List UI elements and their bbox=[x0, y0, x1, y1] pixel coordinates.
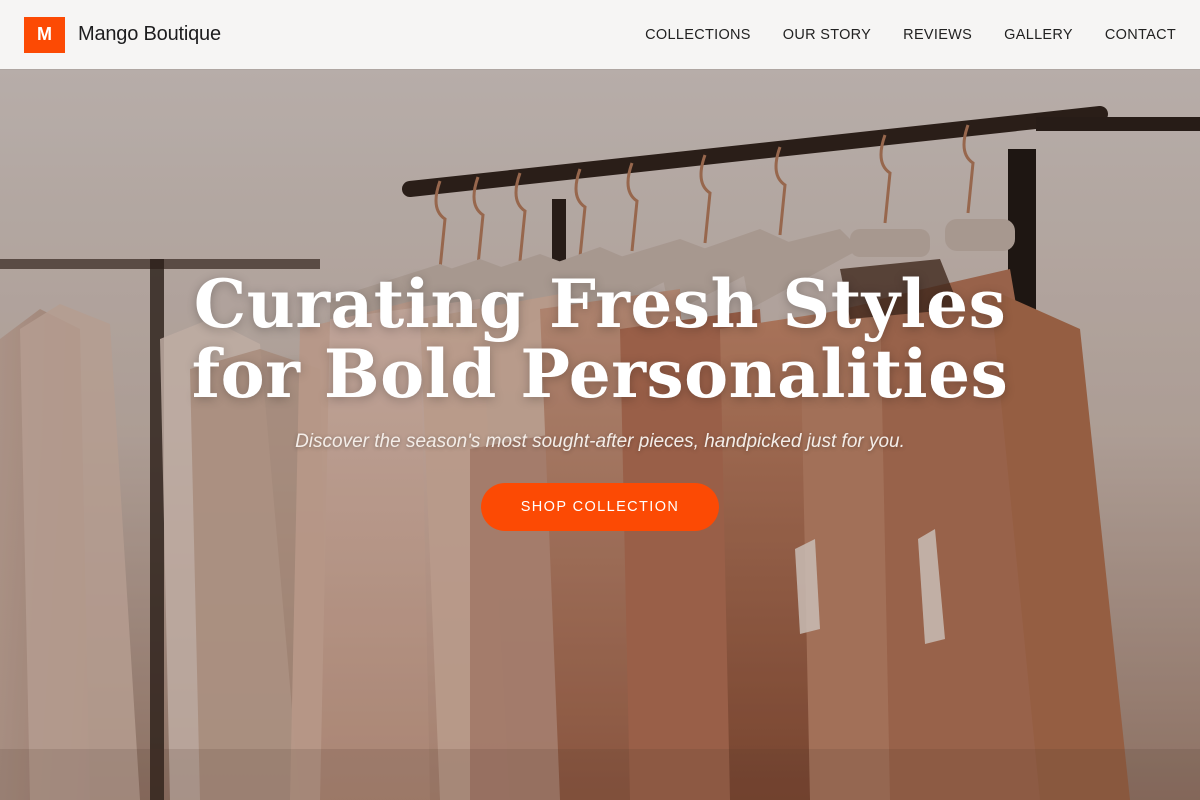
site-header: M Mango Boutique COLLECTIONS OUR STORY R… bbox=[0, 0, 1200, 69]
nav-item-gallery[interactable]: GALLERY bbox=[1004, 27, 1073, 43]
hero-subtitle: Discover the season's most sought-after … bbox=[295, 431, 905, 452]
brand-name[interactable]: Mango Boutique bbox=[78, 23, 221, 46]
hero-content: Curating Fresh Styles for Bold Personali… bbox=[0, 269, 1200, 531]
main-nav: COLLECTIONS OUR STORY REVIEWS GALLERY CO… bbox=[645, 27, 1176, 43]
hero-title: Curating Fresh Styles for Bold Personali… bbox=[191, 265, 1009, 413]
nav-item-contact[interactable]: CONTACT bbox=[1105, 27, 1176, 43]
brand[interactable]: M Mango Boutique bbox=[24, 16, 221, 53]
brand-logo[interactable]: M bbox=[24, 16, 65, 53]
nav-item-our-story[interactable]: OUR STORY bbox=[783, 27, 871, 43]
nav-item-collections[interactable]: COLLECTIONS bbox=[645, 27, 751, 43]
nav-item-reviews[interactable]: REVIEWS bbox=[903, 27, 972, 43]
hero-section: Curating Fresh Styles for Bold Personali… bbox=[0, 69, 1200, 800]
shop-collection-button[interactable]: SHOP COLLECTION bbox=[480, 483, 720, 531]
